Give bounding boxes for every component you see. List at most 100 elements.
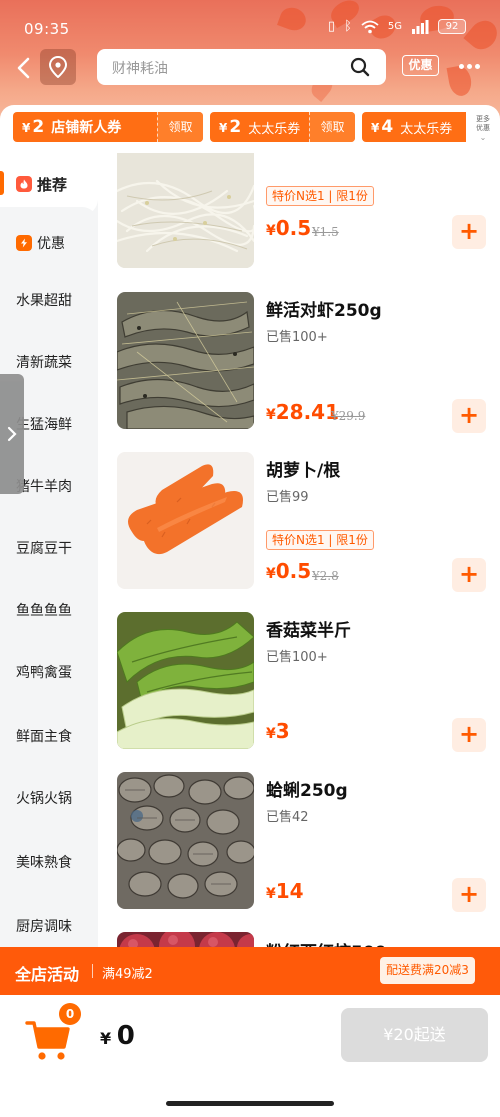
cart-count-badge: 0 bbox=[59, 1003, 81, 1025]
coupon-title: 太太乐券 bbox=[248, 121, 301, 137]
sidebar-item-poultry-eggs[interactable]: 鸡鸭禽蛋 bbox=[0, 641, 98, 703]
product-item[interactable]: 鲜活对虾250g 已售100+ ¥28.41 ¥29.9 + bbox=[98, 292, 500, 433]
back-button[interactable] bbox=[12, 56, 36, 80]
product-item[interactable]: 特价N选1 | 限1份 ¥0.5 ¥1.5 + bbox=[98, 153, 500, 269]
product-image bbox=[117, 612, 254, 749]
coupon-currency: ¥ bbox=[219, 121, 228, 135]
add-to-cart-button[interactable]: + bbox=[452, 558, 486, 592]
promo-tag: 特价N选1 | 限1份 bbox=[266, 186, 374, 206]
add-to-cart-button[interactable]: + bbox=[452, 399, 486, 433]
product-item[interactable]: 香菇菜半斤 已售100+ ¥3 + bbox=[98, 612, 500, 752]
more-button[interactable] bbox=[459, 58, 485, 74]
product-name: 香菇菜半斤 bbox=[266, 621, 351, 641]
claim-button[interactable]: 领取 bbox=[157, 112, 203, 142]
add-to-cart-button[interactable]: + bbox=[452, 718, 486, 752]
sidebar-item-label: 鸡鸭禽蛋 bbox=[16, 665, 72, 681]
home-indicator bbox=[166, 1101, 334, 1106]
coupon-currency: ¥ bbox=[22, 121, 31, 135]
activity-divider bbox=[92, 964, 93, 978]
sidebar-item-label: 火锅火锅 bbox=[16, 791, 72, 807]
coupon-strip: ¥2 店铺新人券 领取 ¥2 太太乐券 领取 ¥4 太太乐券 更多 优惠 ⌄ bbox=[0, 105, 500, 153]
product-price: ¥0.5 bbox=[266, 216, 311, 240]
product-price: ¥3 bbox=[266, 719, 290, 743]
sidebar-item-seasoning[interactable]: 厨房调味 bbox=[0, 895, 98, 947]
product-item[interactable]: 粉红西红柿500g bbox=[98, 932, 500, 947]
price-currency: ¥ bbox=[266, 566, 276, 582]
cart-bar: 0 ¥ 0 ¥20起送 bbox=[0, 995, 500, 1117]
product-item[interactable]: 胡萝卜/根 已售99 特价N选1 | 限1份 ¥0.5 ¥2.8 + bbox=[98, 452, 500, 592]
product-image bbox=[117, 932, 254, 947]
coupon-taitaile[interactable]: ¥2 太太乐券 领取 bbox=[210, 112, 355, 142]
price-value: 14 bbox=[275, 879, 304, 903]
flame-icon bbox=[16, 176, 32, 192]
store-header: 09:35 ▯ ᛒ 5G 92 财神耗油 优惠 bbox=[0, 0, 500, 120]
price-currency: ¥ bbox=[266, 223, 276, 239]
network-type: 5G bbox=[387, 21, 402, 32]
product-image bbox=[117, 772, 254, 909]
sidebar-item-fish[interactable]: 鱼鱼鱼鱼 bbox=[0, 579, 98, 641]
coupon-currency: ¥ bbox=[371, 121, 380, 135]
location-button[interactable] bbox=[40, 49, 76, 85]
product-image bbox=[117, 153, 254, 268]
coupon-amount: ¥2 bbox=[13, 117, 44, 137]
sidebar-item-label: 美味熟食 bbox=[16, 855, 72, 871]
promo-button[interactable]: 优惠 bbox=[402, 55, 439, 76]
original-price: ¥2.8 bbox=[312, 569, 339, 583]
price-value: 0.5 bbox=[275, 559, 312, 583]
more-coupons-line2: 优惠 bbox=[476, 124, 490, 132]
coupon-amount: ¥4 bbox=[362, 117, 393, 137]
price-currency: ¥ bbox=[266, 886, 276, 902]
location-pin-icon bbox=[48, 56, 68, 78]
claim-button[interactable]: 领取 bbox=[309, 112, 355, 142]
delivery-fee-badge: 配送费满20减3 bbox=[380, 957, 475, 984]
coupon-title: 店铺新人券 bbox=[51, 120, 122, 136]
coupon-value: 4 bbox=[381, 117, 394, 137]
coupon-taitaile-4[interactable]: ¥4 太太乐券 bbox=[362, 112, 466, 142]
search-bar[interactable]: 财神耗油 bbox=[97, 49, 386, 85]
sidebar-item-hotpot[interactable]: 火锅火锅 bbox=[0, 767, 98, 829]
sidebar-item-label: 鲜面主食 bbox=[16, 729, 72, 745]
sidebar-item-tofu[interactable]: 豆腐豆干 bbox=[0, 517, 98, 579]
status-icons: ▯ ᛒ 5G 92 bbox=[328, 19, 466, 34]
expand-panel-tab[interactable] bbox=[0, 374, 24, 494]
coupon-title: 太太乐券 bbox=[400, 121, 453, 137]
checkout-button[interactable]: ¥20起送 bbox=[341, 1008, 488, 1062]
product-name: 蛤蜊250g bbox=[266, 781, 348, 801]
more-dot bbox=[467, 63, 472, 69]
product-sold-count: 已售42 bbox=[266, 810, 309, 825]
product-name: 鲜活对虾250g bbox=[266, 301, 382, 321]
add-to-cart-button[interactable]: + bbox=[452, 878, 486, 912]
sidebar-item-noodles[interactable]: 鲜面主食 bbox=[0, 705, 98, 767]
promo-tag: 特价N选1 | 限1份 bbox=[266, 530, 374, 550]
status-time: 09:35 bbox=[24, 20, 70, 38]
coupon-new-customer[interactable]: ¥2 店铺新人券 领取 bbox=[13, 112, 203, 142]
product-sold-count: 已售100+ bbox=[266, 650, 328, 665]
sidebar-item-deli[interactable]: 美味熟食 bbox=[0, 831, 98, 893]
search-placeholder: 财神耗油 bbox=[112, 61, 168, 77]
sidebar-item-label: 推荐 bbox=[37, 175, 68, 194]
activity-title: 全店活动 bbox=[15, 965, 80, 984]
sidebar-item-recommend[interactable]: 推荐 bbox=[0, 153, 98, 215]
vibrate-icon: ▯ bbox=[327, 19, 336, 34]
sidebar-item-label: 豆腐豆干 bbox=[16, 541, 72, 557]
product-list: 推荐 特价N选1 | 限1份 ¥0.5 ¥1.5 + bbox=[98, 153, 500, 947]
product-image bbox=[117, 452, 254, 589]
price-value: 0.5 bbox=[275, 216, 312, 240]
signal-icon bbox=[412, 19, 429, 34]
sidebar-item-fruit[interactable]: 水果超甜 bbox=[0, 269, 98, 331]
add-to-cart-button[interactable]: + bbox=[452, 215, 486, 249]
product-price: ¥28.41 bbox=[266, 400, 339, 424]
coupon-value: 2 bbox=[229, 117, 242, 137]
search-icon[interactable] bbox=[350, 57, 370, 77]
total-currency: ¥ bbox=[100, 1029, 112, 1048]
sidebar-item-label: 优惠 bbox=[37, 236, 65, 252]
product-item[interactable]: 蛤蜊250g 已售42 ¥14 + bbox=[98, 772, 500, 912]
status-bar: 09:35 ▯ ᛒ 5G 92 bbox=[0, 0, 500, 40]
more-dot bbox=[475, 63, 480, 69]
cart-total: ¥ 0 bbox=[100, 1021, 135, 1051]
store-activity-bar[interactable]: 全店活动 满49减2 配送费满20减3 bbox=[0, 947, 500, 995]
more-coupons-button[interactable]: 更多 优惠 ⌄ bbox=[468, 111, 498, 145]
more-dot bbox=[459, 63, 464, 69]
original-price: ¥1.5 bbox=[312, 225, 339, 239]
chevron-right-icon bbox=[7, 426, 17, 442]
